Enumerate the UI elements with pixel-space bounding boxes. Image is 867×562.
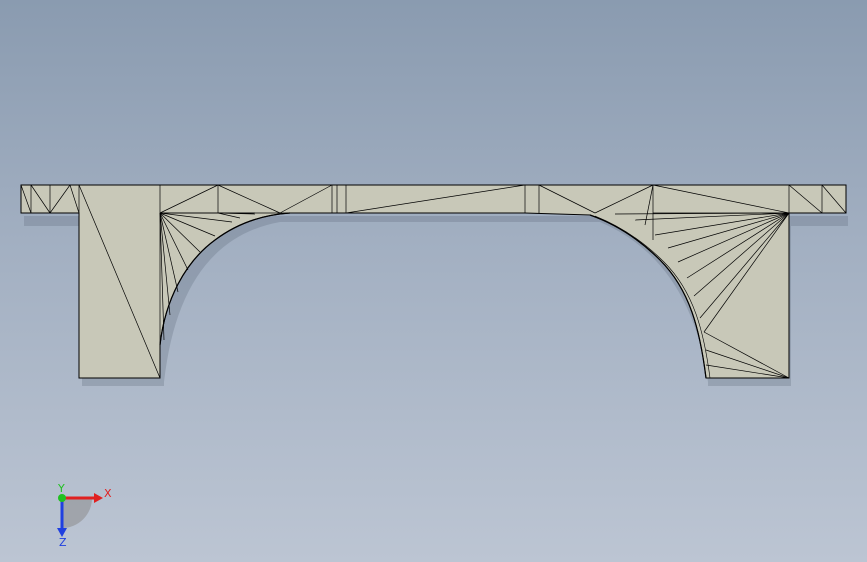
z-axis-label: Z	[59, 536, 67, 548]
part-model[interactable]	[0, 0, 867, 562]
model-body[interactable]	[20, 184, 847, 379]
graphics-viewport[interactable]: X Y Z	[0, 0, 867, 562]
coordinate-triad: X Y Z	[57, 482, 112, 548]
y-axis-label: Y	[57, 482, 65, 495]
triad-quadrant	[62, 498, 92, 528]
x-axis-label: X	[104, 487, 112, 500]
y-axis-dot	[58, 494, 66, 502]
